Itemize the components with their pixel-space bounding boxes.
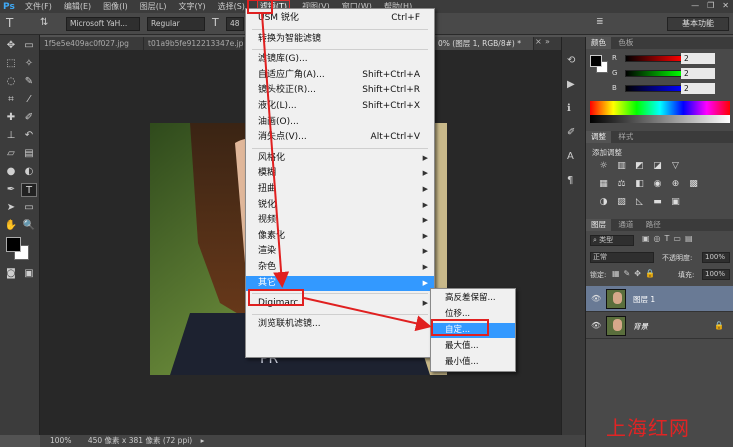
annotation-arrows: [261, 13, 432, 332]
arrow-to-other: [261, 13, 290, 288]
watermark: 上海红网: [606, 416, 690, 440]
arrow-to-custom: [303, 297, 432, 332]
color-panel-foreground[interactable]: [590, 55, 602, 67]
foreground-color-swatch[interactable]: [6, 237, 21, 252]
